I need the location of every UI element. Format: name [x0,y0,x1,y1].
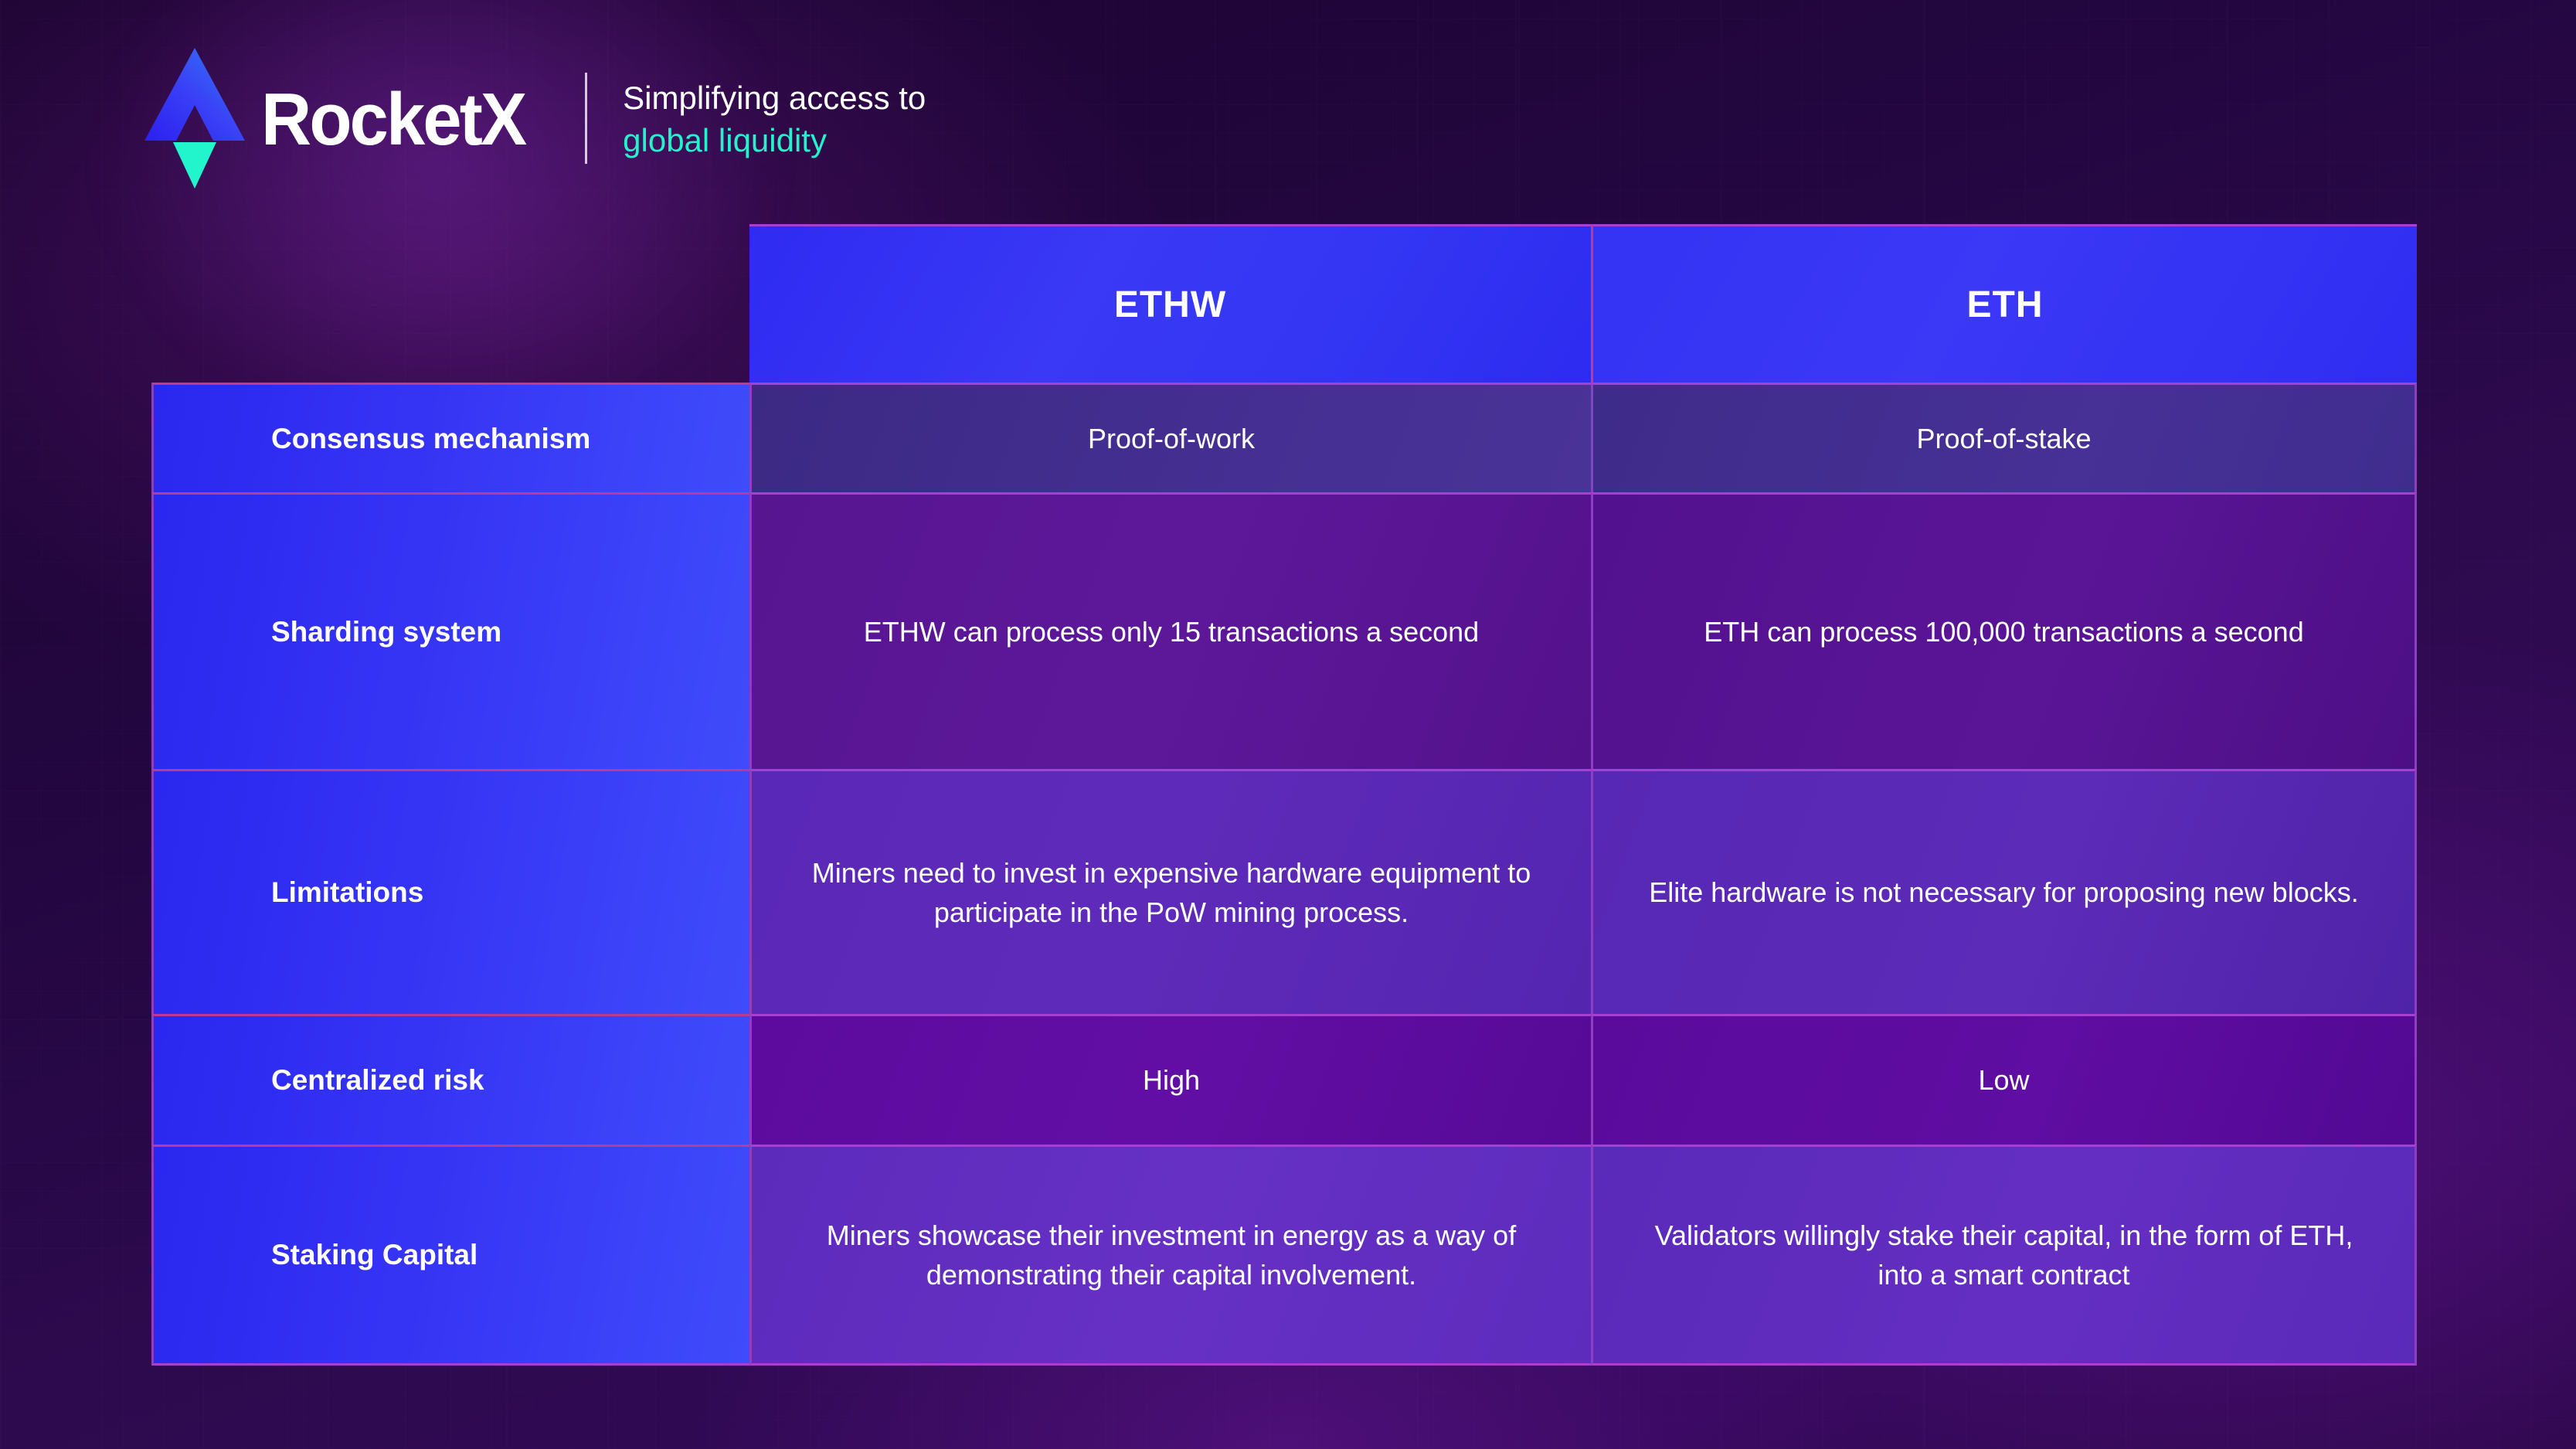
tagline-line-1: Simplifying access to [623,79,926,116]
table-row: Consensus mechanism Proof-of-work Proof-… [151,383,2417,492]
row-value-eth-centralized-risk: Low [1591,1014,2417,1145]
table-row: Limitations Miners need to invest in exp… [151,769,2417,1014]
row-label-consensus-mechanism: Consensus mechanism [151,383,749,492]
table-header-row: ETHW ETH [749,224,2576,383]
row-value-ethw-consensus-mechanism: Proof-of-work [749,383,1591,492]
brand-logo-block: RocketX Simplifying access to global liq… [144,46,926,190]
rocketx-triangle-logo-icon [144,46,246,190]
row-label-centralized-risk: Centralized risk [151,1014,749,1145]
row-label-staking-capital: Staking Capital [151,1145,749,1366]
comparison-table: ETHW ETH Consensus mechanism Proof-of-wo… [151,224,2417,1366]
row-value-ethw-sharding-system: ETHW can process only 15 transactions a … [749,492,1591,769]
table-row: Sharding system ETHW can process only 15… [151,492,2417,769]
table-row: Centralized risk High Low [151,1014,2417,1145]
row-value-eth-consensus-mechanism: Proof-of-stake [1591,383,2417,492]
row-value-eth-limitations: Elite hardware is not necessary for prop… [1591,769,2417,1014]
column-header-ethw: ETHW [749,224,1591,383]
row-label-sharding-system: Sharding system [151,492,749,769]
row-value-eth-sharding-system: ETH can process 100,000 transactions a s… [1591,492,2417,769]
logo-divider [585,73,588,164]
tagline-line-2: global liquidity [623,122,827,158]
row-label-limitations: Limitations [151,769,749,1014]
table-row: Staking Capital Miners showcase their in… [151,1145,2417,1366]
column-header-eth: ETH [1591,224,2417,383]
brand-tagline: Simplifying access to global liquidity [623,77,926,162]
row-value-ethw-limitations: Miners need to invest in expensive hardw… [749,769,1591,1014]
brand-wordmark: RocketX [261,78,527,161]
row-value-eth-staking-capital: Validators willingly stake their capital… [1591,1145,2417,1366]
row-value-ethw-staking-capital: Miners showcase their investment in ener… [749,1145,1591,1366]
row-value-ethw-centralized-risk: High [749,1014,1591,1145]
